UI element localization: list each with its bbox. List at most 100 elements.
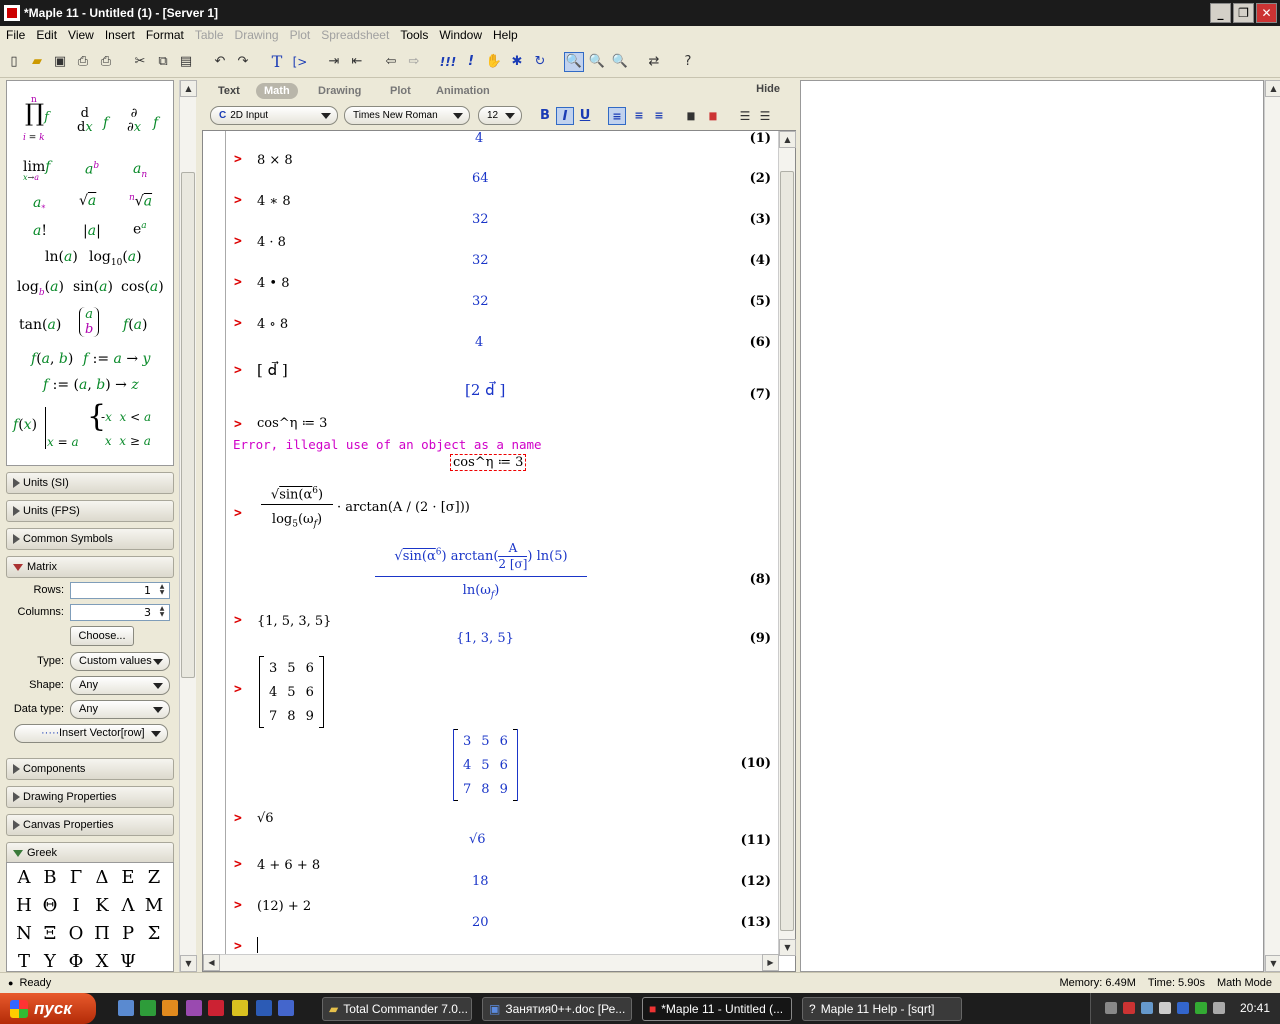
quicklaunch-app2-icon[interactable] — [186, 1000, 202, 1016]
scroll-down-icon[interactable]: ▼ — [779, 939, 796, 956]
greek-letter[interactable]: Ψ — [115, 949, 141, 971]
task-total-commander[interactable]: ▰ Total Commander 7.0... — [322, 997, 472, 1021]
greek-letter[interactable]: Τ — [11, 949, 37, 971]
math-input-icon[interactable]: [> — [290, 52, 310, 72]
palette-partial[interactable]: ∂ ∂x — [127, 107, 141, 135]
italic-button[interactable]: I — [556, 107, 574, 125]
menu-edit[interactable]: Edit — [32, 28, 64, 42]
close-button[interactable]: ✕ — [1256, 3, 1277, 23]
menu-insert[interactable]: Insert — [101, 28, 142, 42]
tray-volume-icon[interactable] — [1159, 1002, 1171, 1014]
greek-letter[interactable]: Σ — [141, 921, 167, 947]
greek-letter[interactable]: Υ — [37, 949, 63, 971]
quicklaunch-desktop-icon[interactable] — [118, 1000, 134, 1016]
palette-derivative[interactable]: d dx — [77, 107, 93, 135]
columns-spinner-icon[interactable]: ▲ ▼ — [156, 606, 168, 619]
palette-common-symbols[interactable]: Common Symbols — [6, 528, 174, 550]
numbered-list-icon[interactable]: ☰ — [756, 107, 774, 125]
help-icon[interactable]: ? — [678, 52, 698, 72]
tab-plot[interactable]: Plot — [382, 83, 419, 99]
cut-icon[interactable]: ✂ — [130, 52, 150, 72]
undo-icon[interactable]: ↶ — [210, 52, 230, 72]
right-scrollbar[interactable]: ▲ ▼ — [1264, 80, 1280, 972]
redo-icon[interactable]: ↷ — [233, 52, 253, 72]
quicklaunch-maple-icon[interactable] — [208, 1000, 224, 1016]
palette-nthroot[interactable]: n√a — [129, 193, 152, 210]
tray-language-icon[interactable] — [1177, 1002, 1189, 1014]
underline-button[interactable]: U — [576, 107, 594, 125]
maple-app-icon[interactable] — [4, 5, 20, 21]
palette-star[interactable]: a* — [33, 195, 45, 213]
greek-letter[interactable]: Χ — [89, 949, 115, 971]
greek-letter[interactable]: Η — [11, 893, 37, 919]
print-preview-icon[interactable]: ⎙ — [96, 52, 116, 72]
palette-power[interactable]: ab — [85, 161, 99, 178]
tray-app-icon[interactable] — [1213, 1002, 1225, 1014]
zoom-200-icon[interactable]: 🔍 — [610, 52, 630, 72]
restart-icon[interactable]: ↻ — [530, 52, 550, 72]
rows-field[interactable]: 1 ▲ ▼ — [70, 582, 170, 599]
bold-button[interactable]: B — [536, 107, 554, 125]
greek-letter[interactable]: Δ — [89, 865, 115, 891]
worksheet[interactable]: 4 (1) > 8 × 8 64 (2) > 4 ∗ 8 32 (3) > 4 … — [202, 130, 796, 972]
input-11[interactable]: √6 — [257, 811, 274, 826]
bullet-list-icon[interactable]: ☰ — [736, 107, 754, 125]
scroll-up-icon[interactable]: ▲ — [779, 131, 796, 148]
back-icon[interactable]: ⇦ — [381, 52, 401, 72]
text-color-icon[interactable]: ▆ — [682, 107, 700, 125]
greek-letter[interactable]: Φ — [63, 949, 89, 971]
palette-cos[interactable]: cos(a) — [121, 279, 164, 295]
font-size-select[interactable]: 12 — [478, 106, 522, 125]
palette-abs[interactable]: |a| — [83, 223, 101, 239]
scroll-down-icon[interactable]: ▼ — [180, 955, 197, 972]
menu-table[interactable]: Table — [191, 28, 231, 42]
input-12[interactable]: 4 + 6 + 8 — [257, 858, 320, 873]
input-6[interactable]: 4 ∘ 8 — [257, 317, 288, 332]
palette-function-ab[interactable]: f(a, b) — [31, 351, 73, 367]
quicklaunch-word-icon[interactable] — [256, 1000, 272, 1016]
input-matrix[interactable]: 356456789 — [259, 656, 324, 728]
scroll-up-icon[interactable]: ▲ — [180, 80, 197, 97]
indent-icon[interactable]: ⇥ — [324, 52, 344, 72]
insert-vector-button[interactable]: ····· Insert Vector[row] — [14, 724, 168, 743]
palette-units-fps[interactable]: Units (FPS) — [6, 500, 174, 522]
quicklaunch-excel-icon[interactable] — [140, 1000, 156, 1016]
worksheet-vertical-scrollbar[interactable]: ▲ ▼ — [778, 131, 796, 956]
greek-letter[interactable]: Ι — [63, 893, 89, 919]
tray-app-icon[interactable] — [1105, 1002, 1117, 1014]
greek-letter[interactable]: Ξ — [37, 921, 63, 947]
open-icon[interactable]: ▰ — [27, 52, 47, 72]
align-left-icon[interactable]: ≡ — [608, 107, 626, 125]
scroll-up-icon[interactable]: ▲ — [1265, 80, 1280, 97]
palette-scrollbar[interactable]: ▲ ▼ — [179, 80, 197, 972]
palette-log10[interactable]: log10(a) — [89, 249, 142, 268]
outdent-icon[interactable]: ⇤ — [347, 52, 367, 72]
input-2[interactable]: 8 × 8 — [257, 153, 293, 168]
greek-letter[interactable]: Ζ — [141, 865, 167, 891]
rows-spinner-icon[interactable]: ▲ ▼ — [156, 584, 168, 597]
input-13[interactable]: (12) + 2 — [257, 899, 311, 914]
choose-button[interactable]: Choose... — [70, 626, 134, 646]
worksheet-scroll-thumb[interactable] — [780, 171, 794, 931]
shape-select[interactable]: Any — [70, 676, 170, 695]
palette-sqrt[interactable]: √a — [79, 193, 96, 209]
input-mode-select[interactable]: C 2D Input — [210, 106, 338, 125]
greek-letter[interactable]: Λ — [115, 893, 141, 919]
save-icon[interactable]: ▣ — [50, 52, 70, 72]
palette-canvas-properties[interactable]: Canvas Properties — [6, 814, 174, 836]
quicklaunch-save-icon[interactable] — [278, 1000, 294, 1016]
debug-icon[interactable]: ✱ — [507, 52, 527, 72]
maximize-button[interactable]: ❐ — [1233, 3, 1254, 23]
tab-drawing[interactable]: Drawing — [310, 83, 369, 99]
font-select[interactable]: Times New Roman — [344, 106, 470, 125]
tray-network-icon[interactable] — [1141, 1002, 1153, 1014]
greek-letter[interactable]: Ν — [11, 921, 37, 947]
palette-greek[interactable]: Greek — [6, 842, 174, 864]
minimize-button[interactable]: _ — [1210, 3, 1231, 23]
highlight-color-icon[interactable]: ▆ — [704, 107, 722, 125]
menu-window[interactable]: Window — [435, 28, 489, 42]
recalc-icon[interactable]: ⇄ — [644, 52, 664, 72]
greek-letter[interactable]: Ο — [63, 921, 89, 947]
menu-tools[interactable]: Tools — [396, 28, 435, 42]
palette-units-si[interactable]: Units (SI) — [6, 472, 174, 494]
